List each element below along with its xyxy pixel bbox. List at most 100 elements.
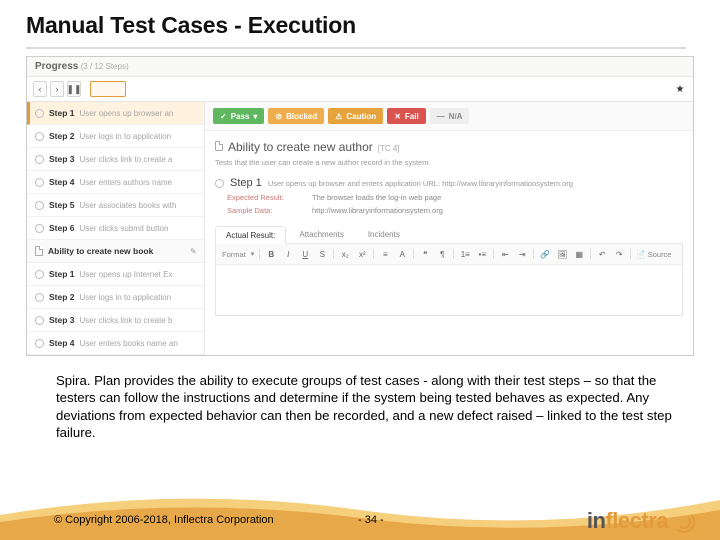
edit-icon[interactable]: ✎: [190, 247, 198, 255]
sidebar-step[interactable]: Step 6 User clicks submit button: [27, 217, 204, 240]
underline-icon[interactable]: U: [299, 248, 311, 260]
tab-actual-result[interactable]: Actual Result:: [215, 226, 286, 244]
pause-button[interactable]: ❚❚: [67, 81, 81, 97]
page-number: - 34 -: [358, 514, 384, 526]
sidebar-step[interactable]: Step 1 User opens up browser an: [27, 102, 204, 125]
radio-icon: [35, 109, 44, 118]
nav-row: ‹ › ❚❚ ★: [27, 77, 693, 102]
table-icon[interactable]: ▦: [573, 248, 585, 260]
editor: Format▾ B I U S x₂ x² ≡ A ❝ ¶ 1≡: [215, 244, 683, 316]
step-desc: User logs in to application: [80, 132, 172, 141]
radio-icon: [35, 201, 44, 210]
next-button[interactable]: ›: [50, 81, 64, 97]
current-step-desc: User opens up browser and enters applica…: [268, 179, 573, 188]
current-step-header: Step 1 User opens up browser and enters …: [205, 173, 693, 191]
step-label: Step 2: [49, 292, 75, 302]
strike-icon[interactable]: S: [316, 248, 328, 260]
undo-icon[interactable]: ↶: [596, 248, 608, 260]
editor-textarea[interactable]: [216, 265, 682, 315]
color-icon[interactable]: A: [396, 248, 408, 260]
radio-icon: [35, 132, 44, 141]
tabs: Actual Result: Attachments Incidents: [215, 225, 683, 244]
italic-icon[interactable]: I: [282, 248, 294, 260]
play-button[interactable]: [90, 81, 126, 97]
testcase-header: Ability to create new author [TC 4] Test…: [205, 131, 693, 173]
na-button[interactable]: — N/A: [430, 108, 470, 124]
fail-label: Fail: [405, 112, 419, 121]
paragraph-icon[interactable]: ¶: [436, 248, 448, 260]
progress-bar: Progress (3 / 12 Steps): [27, 57, 693, 77]
radio-icon: [35, 316, 44, 325]
step-desc: User opens up browser an: [80, 109, 174, 118]
sup-icon[interactable]: x²: [356, 248, 368, 260]
sidebar-step[interactable]: Step 4 User enters authors name: [27, 171, 204, 194]
expected-key: Expected Result:: [227, 193, 312, 202]
source-button[interactable]: 📄 Source: [636, 250, 671, 259]
doc-icon: [215, 141, 223, 151]
sub-icon[interactable]: x₂: [339, 248, 351, 260]
step-label: Step 5: [49, 200, 75, 210]
sample-row: Sample Data: http://www.libraryinformati…: [205, 204, 693, 217]
pass-button[interactable]: ✓ Pass ▾: [213, 108, 264, 124]
step-desc: User opens up Internet Ex: [80, 270, 173, 279]
step-desc: User clicks submit button: [80, 224, 169, 233]
copyright: © Copyright 2006-2018, Inflectra Corpora…: [54, 514, 274, 526]
sidebar-step[interactable]: Step 2 User logs in to application: [27, 125, 204, 148]
step-label: Step 1: [49, 108, 75, 118]
logo-in: in: [587, 508, 606, 533]
caution-label: Caution: [346, 112, 376, 121]
swirl-icon: [672, 510, 694, 532]
step-desc: User enters authors name: [80, 178, 173, 187]
tab-incidents[interactable]: Incidents: [357, 225, 411, 243]
step-label: Step 4: [49, 177, 75, 187]
status-buttons: ✓ Pass ▾ ⊘ Blocked ⚠ Caution ✕ Fail — N/…: [205, 102, 693, 131]
sidebar-step[interactable]: Step 2 User logs in to application: [27, 286, 204, 309]
caution-button[interactable]: ⚠ Caution: [328, 108, 383, 124]
sidebar-group[interactable]: Ability to create new book✎: [27, 240, 204, 263]
image-icon[interactable]: 🖼: [556, 248, 568, 260]
sample-value: http://www.libraryinformationsystem.org: [312, 206, 443, 215]
testcase-desc: Tests that the user can create a new aut…: [215, 158, 683, 167]
slide-description: Spira. Plan provides the ability to exec…: [0, 356, 720, 442]
blocked-button[interactable]: ⊘ Blocked: [268, 108, 324, 124]
format-dropdown[interactable]: Format: [222, 250, 246, 259]
fail-button[interactable]: ✕ Fail: [387, 108, 425, 124]
progress-label: Progress: [35, 61, 78, 72]
list-ul-icon[interactable]: •≡: [476, 248, 488, 260]
radio-icon: [35, 155, 44, 164]
bold-icon[interactable]: B: [265, 248, 277, 260]
main-panel: ✓ Pass ▾ ⊘ Blocked ⚠ Caution ✕ Fail — N/…: [205, 102, 693, 355]
align-icon[interactable]: ≡: [379, 248, 391, 260]
indent-icon[interactable]: ⇥: [516, 248, 528, 260]
title-underline: [26, 47, 686, 49]
radio-icon: [35, 178, 44, 187]
outdent-icon[interactable]: ⇤: [499, 248, 511, 260]
link-icon[interactable]: 🔗: [539, 248, 551, 260]
sidebar-step[interactable]: Step 4User enters books name an: [27, 332, 204, 355]
prev-button[interactable]: ‹: [33, 81, 47, 97]
step-label: Step 2: [49, 131, 75, 141]
tab-attachments[interactable]: Attachments: [288, 225, 354, 243]
logo-flectra: flectra: [605, 508, 668, 533]
redo-icon[interactable]: ↷: [613, 248, 625, 260]
expected-value: The browser loads the log-in web page: [312, 193, 441, 202]
step-desc: User logs in to application: [80, 293, 172, 302]
step-desc: User enters books name an: [80, 339, 178, 348]
doc-icon: [35, 246, 43, 256]
step-label: Step 3: [49, 315, 75, 325]
step-desc: User associates books with: [80, 201, 177, 210]
app-screenshot: Progress (3 / 12 Steps) ‹ › ❚❚ ★ Step 1U…: [26, 56, 694, 356]
sidebar-step[interactable]: Step 5 User associates books with: [27, 194, 204, 217]
step-label: Step 6: [49, 223, 75, 233]
current-step-name: Step 1: [230, 177, 262, 189]
list-ol-icon[interactable]: 1≡: [459, 248, 471, 260]
editor-toolbar: Format▾ B I U S x₂ x² ≡ A ❝ ¶ 1≡: [216, 244, 682, 265]
app-body: Step 1 User opens up browser an Step 2 Use…: [27, 102, 693, 355]
progress-count: (3 / 12 Steps): [81, 62, 129, 71]
quote-icon[interactable]: ❝: [419, 248, 431, 260]
sidebar-step[interactable]: Step 3User clicks link to create b: [27, 309, 204, 332]
star-icon[interactable]: ★: [673, 82, 687, 96]
radio-icon: [35, 293, 44, 302]
sidebar-step[interactable]: Step 1User opens up Internet Ex: [27, 263, 204, 286]
sidebar-step[interactable]: Step 3User clicks link to create a: [27, 148, 204, 171]
